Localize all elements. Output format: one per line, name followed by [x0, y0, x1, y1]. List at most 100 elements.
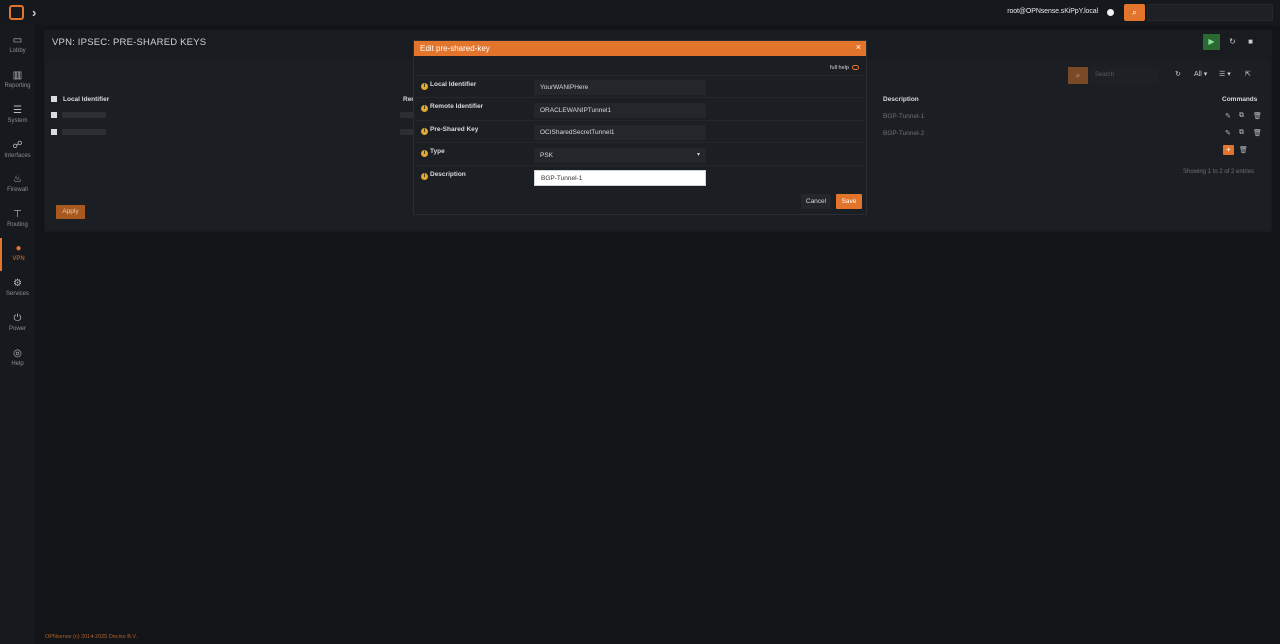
sidebar: ▭ Lobby ▥ Reporting ☰ System ☍ Interfaces ♨ F… — [0, 25, 35, 644]
global-search-input[interactable] — [1147, 4, 1273, 21]
sidebar-item-label: VPN — [12, 256, 25, 262]
grid-info: Showing 1 to 2 of 2 entries — [1183, 169, 1255, 175]
full-help-toggle[interactable]: full help — [830, 65, 859, 71]
table-cell-local-identifier — [62, 129, 106, 135]
cancel-button[interactable]: Cancel — [801, 194, 831, 209]
chevron-right-icon[interactable]: › — [32, 5, 36, 20]
page-size-dropdown[interactable]: All ▾ — [1194, 70, 1207, 78]
grid-search-input[interactable]: Search — [1090, 67, 1158, 84]
edit-icon[interactable]: ✎ — [1225, 129, 1231, 137]
info-icon[interactable]: i — [421, 173, 428, 180]
field-label: i Remote Identifier — [421, 103, 483, 112]
signpost-icon: ⊤ — [13, 209, 22, 220]
sidebar-item-lobby[interactable]: ▭ Lobby — [0, 30, 35, 63]
refresh-icon: ↻ — [1229, 37, 1236, 46]
sidebar-item-routing[interactable]: ⊤ Routing — [0, 204, 35, 237]
local-identifier-input[interactable] — [534, 80, 706, 95]
type-select[interactable]: PSK ▾ — [534, 148, 706, 163]
theme-toggle-icon[interactable] — [1107, 9, 1114, 16]
clone-icon[interactable]: ⧉ — [1239, 129, 1244, 137]
full-help-label: full help — [830, 65, 849, 71]
field-label: i Description — [421, 171, 466, 180]
row-checkbox[interactable] — [51, 112, 57, 118]
globe-icon: ● — [15, 243, 22, 254]
sidebar-item-label: System — [7, 118, 28, 124]
table-cell-description: BGP-Tunnel-2 — [883, 130, 925, 137]
grid-search-button[interactable]: ⌕ — [1068, 67, 1088, 84]
field-label: i Local Identifier — [421, 81, 476, 90]
start-service-button[interactable]: ▶ — [1203, 34, 1220, 50]
plus-icon: + — [1226, 145, 1231, 154]
form-row-type: i Type PSK ▾ — [416, 142, 864, 164]
table-cell-description: BGP-Tunnel-1 — [883, 113, 925, 120]
sidebar-item-label: Routing — [7, 222, 28, 228]
sidebar-item-services[interactable]: ⚙ Services — [0, 273, 35, 306]
add-key-button[interactable]: + — [1223, 145, 1234, 155]
field-label: i Pre-Shared Key — [421, 126, 478, 135]
column-header-description[interactable]: Description — [883, 96, 919, 103]
column-header-local-identifier[interactable]: Local Identifier — [63, 96, 109, 103]
refresh-grid-icon[interactable]: ↻ — [1175, 70, 1181, 78]
page-size-value: All — [1194, 71, 1202, 78]
info-icon[interactable]: i — [421, 150, 428, 157]
sidebar-item-system[interactable]: ☰ System — [0, 100, 35, 133]
server-icon: ☰ — [13, 105, 22, 116]
info-icon[interactable]: i — [421, 83, 428, 90]
restart-service-button[interactable]: ↻ — [1224, 34, 1241, 50]
row-checkbox[interactable] — [51, 129, 57, 135]
search-button[interactable]: ⌕ — [1124, 4, 1145, 21]
laptop-icon: ▭ — [12, 35, 23, 46]
pre-shared-key-input[interactable] — [534, 125, 706, 140]
form-row-pre-shared-key: i Pre-Shared Key — [416, 120, 864, 142]
select-all-checkbox[interactable] — [51, 96, 57, 102]
list-icon: ☰ — [1219, 71, 1226, 78]
chart-icon: ▥ — [12, 70, 23, 81]
table-cell-remote-identifier — [400, 129, 414, 135]
sidebar-item-firewall[interactable]: ♨ Firewall — [0, 169, 35, 202]
sidebar-item-label: Help — [11, 361, 24, 367]
dialog-title: Edit pre-shared-key — [420, 44, 490, 53]
form-row-description: i Description — [416, 165, 864, 187]
page-title: VPN: IPSEC: PRE-SHARED KEYS — [52, 37, 207, 48]
plug-icon: ⏻ — [13, 313, 22, 324]
sidebar-item-label: Reporting — [4, 83, 31, 89]
delete-icon[interactable]: 🗑 — [1253, 112, 1262, 120]
edit-icon[interactable]: ✎ — [1225, 112, 1231, 120]
columns-dropdown[interactable]: ☰ ▾ — [1219, 70, 1231, 78]
play-icon: ▶ — [1208, 37, 1215, 46]
stop-icon: ■ — [1248, 37, 1253, 46]
description-input[interactable] — [534, 170, 706, 186]
column-header-commands: Commands — [1222, 96, 1258, 103]
delete-icon[interactable]: 🗑 — [1253, 129, 1262, 137]
sidebar-item-label: Lobby — [9, 48, 26, 54]
sidebar-item-label: Services — [5, 291, 29, 297]
save-button[interactable]: Save — [836, 194, 862, 209]
remote-identifier-input[interactable] — [534, 103, 706, 118]
table-cell-local-identifier — [62, 112, 106, 118]
search-icon: ⌕ — [1131, 7, 1138, 17]
user-menu[interactable]: root@OPNsense.sKiPpY.local — [1007, 8, 1098, 15]
gear-icon: ⚙ — [13, 278, 22, 289]
close-icon[interactable]: × — [856, 42, 861, 52]
sidebar-item-power[interactable]: ⏻ Power — [0, 308, 35, 341]
sidebar-item-vpn[interactable]: ● VPN — [0, 238, 35, 271]
sidebar-item-reporting[interactable]: ▥ Reporting — [0, 65, 35, 98]
field-label: i Type — [421, 148, 445, 157]
info-icon[interactable]: i — [421, 128, 428, 135]
sidebar-item-label: Interfaces — [4, 153, 31, 159]
dialog-header: Edit pre-shared-key × — [414, 41, 866, 56]
stop-service-button[interactable]: ■ — [1242, 34, 1259, 50]
info-icon[interactable]: i — [421, 105, 428, 112]
delete-selected-icon[interactable]: 🗑 — [1239, 146, 1248, 154]
sidebar-item-interfaces[interactable]: ☍ Interfaces — [0, 135, 35, 168]
sitemap-icon: ☍ — [12, 140, 23, 151]
apply-button[interactable]: Apply — [56, 205, 85, 219]
sidebar-item-help[interactable]: ◎ Help — [0, 343, 35, 376]
opnsense-logo[interactable] — [9, 5, 24, 20]
lifebuoy-icon: ◎ — [13, 348, 22, 359]
clone-icon[interactable]: ⧉ — [1239, 112, 1244, 120]
toggle-icon — [851, 65, 859, 71]
export-icon[interactable]: ⇱ — [1245, 70, 1251, 78]
footer: OPNsense (c) 2014-2025 Deciso B.V. — [45, 634, 138, 640]
form-row-remote-identifier: i Remote Identifier — [416, 97, 864, 119]
